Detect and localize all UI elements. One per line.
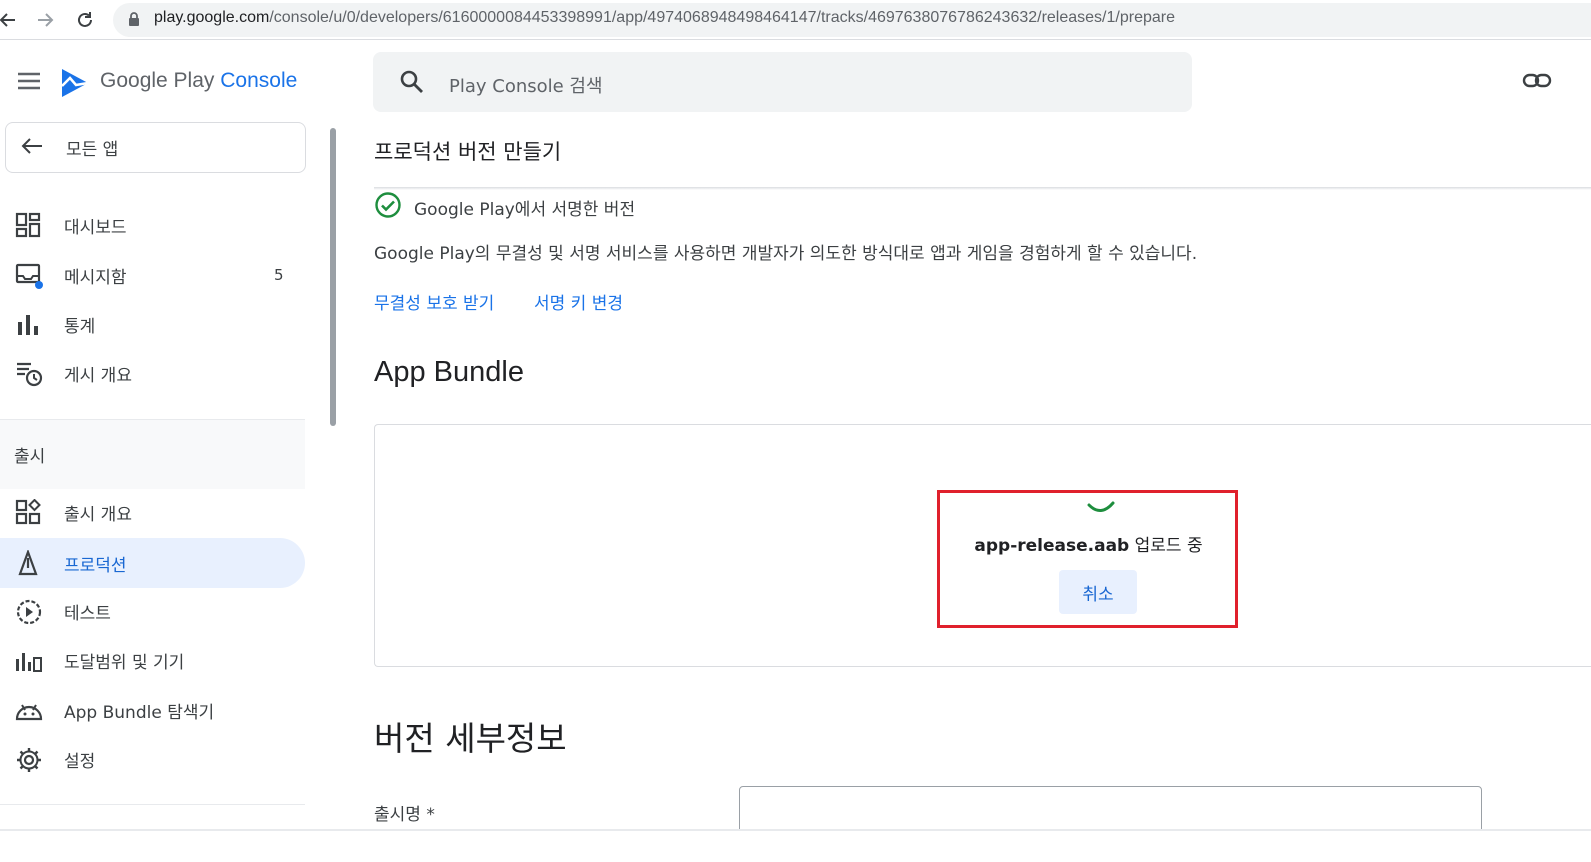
integrity-protection-link[interactable]: 무결성 보호 받기 [374,289,494,314]
sidebar-item-label: 통계 [64,316,96,337]
link-icon[interactable] [1522,68,1552,98]
page-title: 프로덕션 버전 만들기 [374,140,562,164]
divider [0,804,305,805]
all-apps-label: 모든 앱 [66,140,119,160]
testing-icon [15,598,43,626]
release-overview-icon [15,498,43,527]
page-bottom-edge [0,829,1591,862]
release-section-header: 출시 [0,419,305,489]
sidebar-item-inbox[interactable]: 메시지함 5 [0,250,305,300]
search-input[interactable]: Play Console 검색 [449,72,603,98]
forward-icon[interactable] [31,6,59,34]
back-icon[interactable] [0,6,22,34]
browser-toolbar: play.google.com/console/u/0/developers/6… [0,0,1591,40]
header-divider [374,187,1591,190]
sidebar-item-label: 메시지함 [64,267,127,288]
change-signing-key-link[interactable]: 서명 키 변경 [534,289,623,314]
lock-icon [128,12,140,31]
sidebar-item-publishing-overview[interactable]: 게시 개요 [0,348,305,398]
reach-devices-icon [15,647,43,675]
hamburger-menu-icon[interactable] [16,71,42,95]
sidebar-item-dashboard[interactable]: 대시보드 [0,200,305,250]
sidebar-item-settings[interactable]: 설정 [0,734,305,784]
play-console-logo-icon [58,66,92,104]
sidebar: Google Play Console 모든 앱 대시보드 메시지함 5 통계 … [0,41,306,829]
highlight-box [937,490,1238,628]
sidebar-item-label: 프로덕션 [64,555,127,576]
inbox-count-badge: 5 [274,266,284,284]
search-box[interactable]: Play Console 검색 [373,52,1192,112]
signed-by-google-play: Google Play에서 서명한 버전 [374,191,636,223]
inbox-icon [15,262,43,290]
sidebar-item-label: 테스트 [64,603,111,624]
bar-chart-icon [15,311,43,339]
arrow-back-icon [20,137,46,159]
signed-text: Google Play에서 서명한 버전 [414,199,636,220]
sidebar-item-release-overview[interactable]: 출시 개요 [0,487,305,537]
check-circle-icon [374,191,402,223]
dashboard-icon [15,212,43,240]
release-name-label: 출시명 * [374,805,435,825]
sidebar-item-label: 설정 [64,751,96,772]
sidebar-item-label: 게시 개요 [64,365,132,386]
sidebar-item-app-bundle-explorer[interactable]: App Bundle 탐색기 [0,685,305,735]
production-icon [15,548,43,578]
app-logo-text: Google Play Console [100,69,298,92]
sidebar-item-label: App Bundle 탐색기 [64,702,215,723]
signing-description: Google Play의 무결성 및 서명 서비스를 사용하면 개발자가 의도한… [374,244,1198,264]
all-apps-button[interactable]: 모든 앱 [5,122,306,173]
sidebar-item-label: 도달범위 및 기기 [64,652,185,673]
sidebar-item-testing[interactable]: 테스트 [0,586,305,636]
publishing-overview-icon [15,360,43,388]
sidebar-item-reach-devices[interactable]: 도달범위 및 기기 [0,635,305,685]
sidebar-scrollbar[interactable] [330,128,336,426]
app-bundle-heading: App Bundle [374,356,524,388]
sidebar-item-label: 출시 개요 [64,504,132,525]
sidebar-item-production[interactable]: 프로덕션 [0,538,305,588]
sidebar-item-label: 대시보드 [64,217,127,238]
search-icon [399,69,425,99]
sidebar-item-statistics[interactable]: 통계 [0,299,305,349]
release-details-heading: 버전 세부정보 [374,719,567,758]
android-icon [15,697,43,725]
reload-icon[interactable] [71,6,99,34]
url-text[interactable]: play.google.com/console/u/0/developers/6… [154,9,1175,27]
section-label: 출시 [14,447,46,467]
settings-icon [15,746,43,774]
